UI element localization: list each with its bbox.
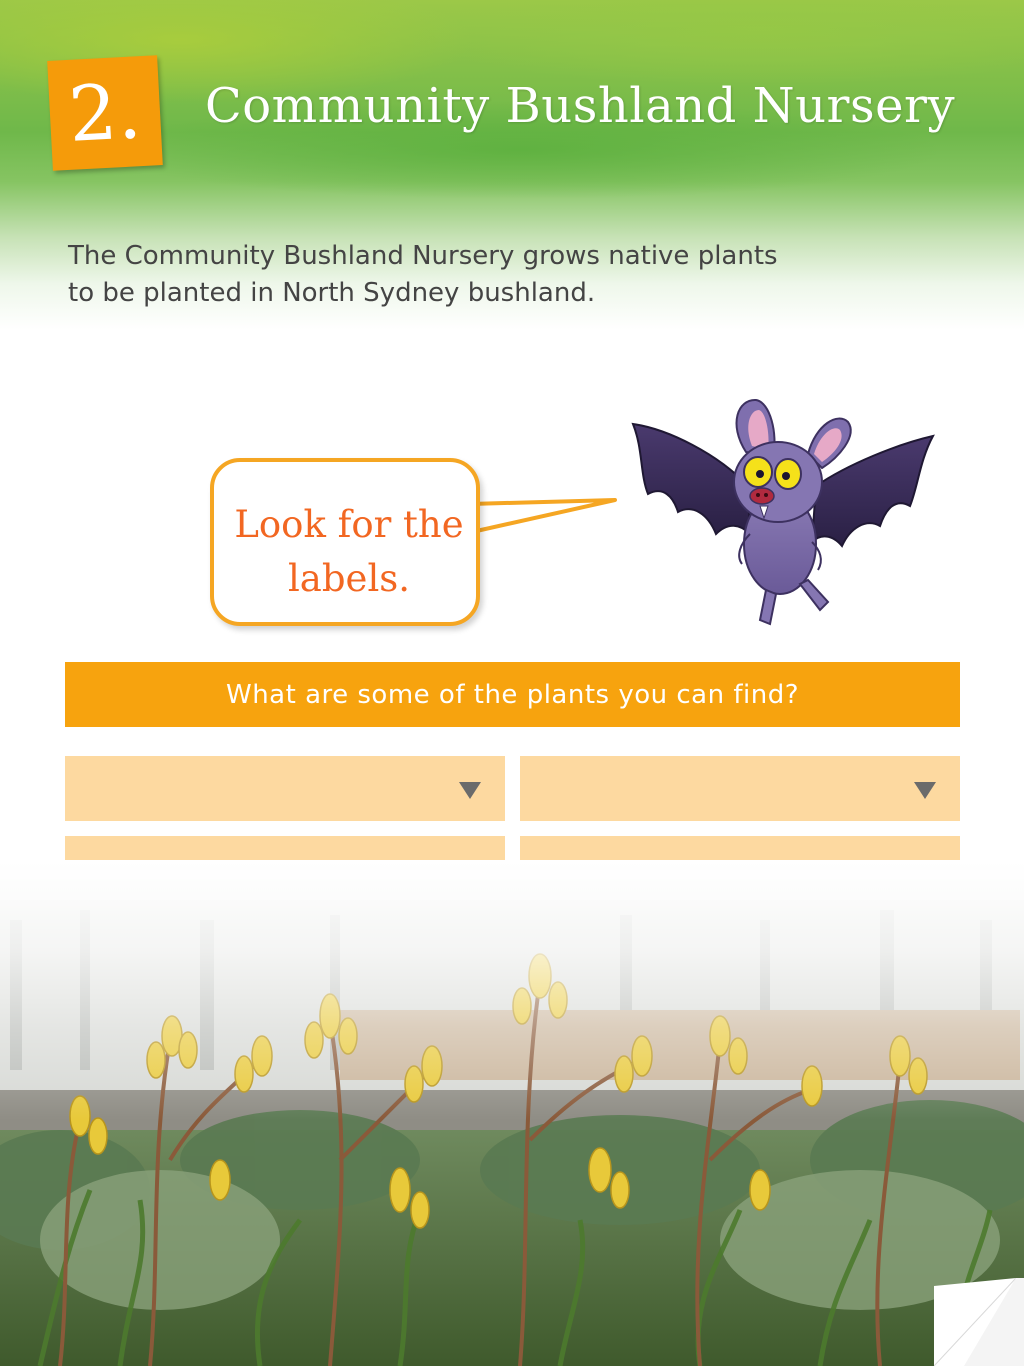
speech-bubble-text: Look for the labels.	[214, 498, 484, 606]
plant-dropdown-1[interactable]	[65, 756, 505, 821]
question-text: What are some of the plants you can find…	[226, 679, 799, 710]
intro-text: The Community Bushland Nursery grows nat…	[68, 238, 888, 312]
question-banner: What are some of the plants you can find…	[65, 662, 960, 727]
page-curl-icon[interactable]	[934, 1278, 1024, 1366]
photo-fade-overlay	[0, 860, 1024, 1120]
bat-icon	[631, 398, 935, 626]
page-title: Community Bushland Nursery	[205, 78, 956, 134]
plant-dropdown-2[interactable]	[520, 756, 960, 821]
intro-line-2: to be planted in North Sydney bushland.	[68, 278, 596, 308]
step-number-badge: 2.	[47, 55, 163, 171]
chevron-down-icon	[914, 782, 936, 799]
step-number: 2.	[66, 66, 144, 159]
speech-bubble-tail	[470, 498, 617, 534]
speech-line-1: Look for the	[234, 503, 464, 546]
intro-line-1: The Community Bushland Nursery grows nat…	[68, 241, 778, 271]
chevron-down-icon	[459, 782, 481, 799]
speech-line-2: labels.	[287, 557, 411, 600]
speech-bubble: Look for the labels.	[210, 458, 480, 626]
